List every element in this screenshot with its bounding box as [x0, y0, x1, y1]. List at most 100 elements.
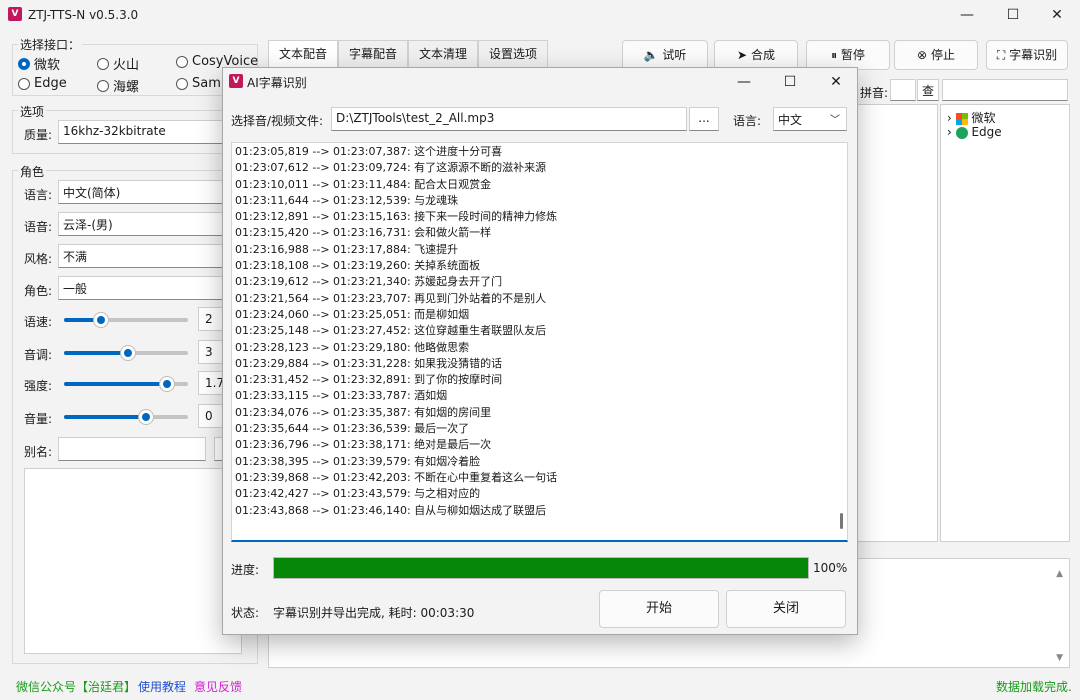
- wechat-link[interactable]: 微信公众号【治廷君】: [16, 678, 136, 695]
- radio-indicator: [97, 57, 109, 70]
- subtitle-recognize-button[interactable]: ⛶ 字幕识别: [986, 40, 1068, 70]
- log-line: 01:23:31,452 --> 01:23:32,891: 到了你的按摩时间: [235, 373, 503, 387]
- language-select[interactable]: 中文(简体): [58, 180, 238, 204]
- tutorial-link[interactable]: 使用教程: [138, 678, 186, 695]
- dialog-close-button[interactable]: ✕: [813, 68, 859, 96]
- role-select[interactable]: 一般: [58, 276, 238, 300]
- pinyin-input[interactable]: [890, 79, 916, 101]
- intensity-slider[interactable]: [64, 377, 188, 391]
- dialog-language-label: 语言:: [733, 114, 762, 128]
- tab-text-cleanup[interactable]: 文本清理: [408, 40, 478, 68]
- role-group-title: 角色: [18, 163, 47, 180]
- pause-label: 暂停: [840, 48, 865, 62]
- dialog-maximize-button[interactable]: ☐: [767, 68, 813, 96]
- dialog-close-action-button[interactable]: 关闭: [726, 590, 846, 628]
- scroll-up-icon[interactable]: ▲: [1056, 569, 1063, 579]
- slider-thumb[interactable]: [138, 410, 153, 424]
- pitch-slider[interactable]: [64, 346, 188, 360]
- browse-button[interactable]: ...: [689, 107, 719, 131]
- radio-volcano[interactable]: 火山: [97, 54, 139, 73]
- pause-button[interactable]: ⏸ 暂停: [806, 40, 890, 70]
- pinyin-search-button[interactable]: 查: [917, 79, 939, 101]
- radio-edge[interactable]: Edge: [18, 76, 67, 91]
- log-line: 01:23:07,612 --> 01:23:09,724: 有了这源源不断的滋…: [235, 161, 547, 175]
- log-line: 01:23:43,868 --> 01:23:46,140: 自从与柳如烟达成了…: [235, 503, 547, 517]
- interface-group-title: 选择接口：: [18, 36, 83, 53]
- alias-input[interactable]: [58, 437, 206, 461]
- tree-item-microsoft[interactable]: › 微软: [947, 109, 995, 126]
- stop-label: 停止: [930, 48, 955, 62]
- dialog-minimize-button[interactable]: —: [721, 68, 767, 96]
- speaker-icon: 🔈: [643, 48, 659, 62]
- radio-indicator: [176, 77, 188, 90]
- tree-item-label: Edge: [971, 125, 1002, 139]
- listen-label: 试听: [662, 48, 687, 62]
- synthesize-label: 合成: [750, 48, 775, 62]
- recognition-log[interactable]: 01:23:05,819 --> 01:23:07,387: 这个进度十分可喜 0…: [231, 142, 848, 542]
- app-icon: V: [8, 7, 22, 21]
- radio-hailuo[interactable]: 海螺: [97, 76, 139, 95]
- log-lines: 01:23:05,819 --> 01:23:07,387: 这个进度十分可喜 0…: [232, 144, 847, 519]
- minimize-button[interactable]: —: [944, 0, 990, 30]
- progress-percent: 100%: [813, 561, 848, 575]
- log-line: 01:23:21,564 --> 01:23:23,707: 再见到门外站着的不…: [235, 291, 547, 305]
- close-button[interactable]: ✕: [1034, 0, 1080, 30]
- alias-label: 别名:: [24, 445, 53, 459]
- maximize-button[interactable]: ☐: [990, 0, 1036, 30]
- options-group-title: 选项: [18, 103, 47, 120]
- log-scrollbar[interactable]: [840, 513, 843, 529]
- listen-button[interactable]: 🔈 试听: [622, 40, 708, 70]
- file-path-input[interactable]: D:\ZTJTools\test_2_All.mp3: [331, 107, 687, 131]
- voice-tree[interactable]: › 微软 › Edge: [940, 104, 1070, 542]
- style-select[interactable]: 不满: [58, 244, 238, 268]
- dialog-language-select[interactable]: 中文 ﹀: [773, 107, 847, 131]
- slider-thumb[interactable]: [159, 377, 174, 391]
- log-line: 01:23:05,819 --> 01:23:07,387: 这个进度十分可喜: [235, 145, 503, 158]
- log-line: 01:23:19,612 --> 01:23:21,340: 苏媛起身去开了门: [235, 275, 503, 289]
- tree-item-edge[interactable]: › Edge: [947, 125, 1002, 139]
- role-list[interactable]: [24, 468, 242, 654]
- radio-label: 海螺: [113, 80, 140, 95]
- pinyin-label: 拼音:: [860, 86, 889, 100]
- status-value: 字幕识别并导出完成, 耗时: 00:03:30: [273, 606, 475, 620]
- volume-slider[interactable]: [64, 410, 188, 424]
- radio-label: 火山: [113, 58, 140, 73]
- style-label: 风格:: [24, 252, 53, 266]
- radio-indicator-selected: [18, 57, 30, 70]
- dialog-title: AI字幕识别: [247, 76, 307, 90]
- log-line: 01:23:25,148 --> 01:23:27,452: 这位穿越重生者联盟…: [235, 324, 547, 338]
- chevron-right-icon: ›: [947, 125, 952, 139]
- log-line: 01:23:36,796 --> 01:23:38,171: 绝对是最后一次: [235, 438, 492, 452]
- start-button[interactable]: 开始: [599, 590, 719, 628]
- pause-icon: ⏸: [831, 48, 838, 62]
- log-line: 01:23:38,395 --> 01:23:39,579: 有如烟冷着脸: [235, 454, 481, 468]
- feedback-link[interactable]: 意见反馈: [194, 678, 242, 695]
- scroll-down-icon[interactable]: ▼: [1056, 653, 1063, 663]
- subtitle-recognition-dialog: V AI字幕识别 — ☐ ✕ 选择音/视频文件: D:\ZTJTools\tes…: [222, 67, 858, 635]
- log-line: 01:23:34,076 --> 01:23:35,387: 有如烟的房间里: [235, 405, 492, 419]
- voice-select[interactable]: 云泽-(男): [58, 212, 238, 236]
- stop-button[interactable]: ⊗ 停止: [894, 40, 978, 70]
- log-line: 01:23:10,011 --> 01:23:11,484: 配合太日观赏金: [235, 177, 492, 191]
- tab-text-dubbing[interactable]: 文本配音: [268, 40, 338, 68]
- quality-select[interactable]: 16khz-32kbitrate: [58, 120, 238, 144]
- dialog-app-icon: V: [229, 74, 243, 88]
- progress-fill: [274, 558, 808, 578]
- synthesize-button[interactable]: ➤ 合成: [714, 40, 798, 70]
- windows-logo-icon: [955, 112, 968, 125]
- log-line: 01:23:18,108 --> 01:23:19,260: 关掉系统面板: [235, 259, 481, 273]
- progress-label: 进度:: [231, 563, 260, 577]
- log-line: 01:23:29,884 --> 01:23:31,228: 如果我没猜错的话: [235, 356, 503, 370]
- tab-subtitle-dubbing[interactable]: 字幕配音: [338, 40, 408, 68]
- dialog-language-value: 中文: [778, 113, 803, 127]
- main-titlebar[interactable]: V ZTJ-TTS-N v0.5.3.0 — ☐ ✕: [0, 0, 1080, 30]
- tab-settings[interactable]: 设置选项: [478, 40, 548, 68]
- file-label: 选择音/视频文件:: [231, 114, 324, 128]
- role-label: 角色:: [24, 284, 53, 298]
- pinyin-output[interactable]: [942, 79, 1068, 101]
- radio-indicator: [18, 77, 30, 90]
- speed-slider[interactable]: [64, 313, 188, 327]
- radio-microsoft[interactable]: 微软: [18, 54, 60, 73]
- log-line: 01:23:39,868 --> 01:23:42,203: 不断在心中重复着这…: [235, 470, 558, 484]
- chevron-down-icon: ﹀: [830, 115, 840, 126]
